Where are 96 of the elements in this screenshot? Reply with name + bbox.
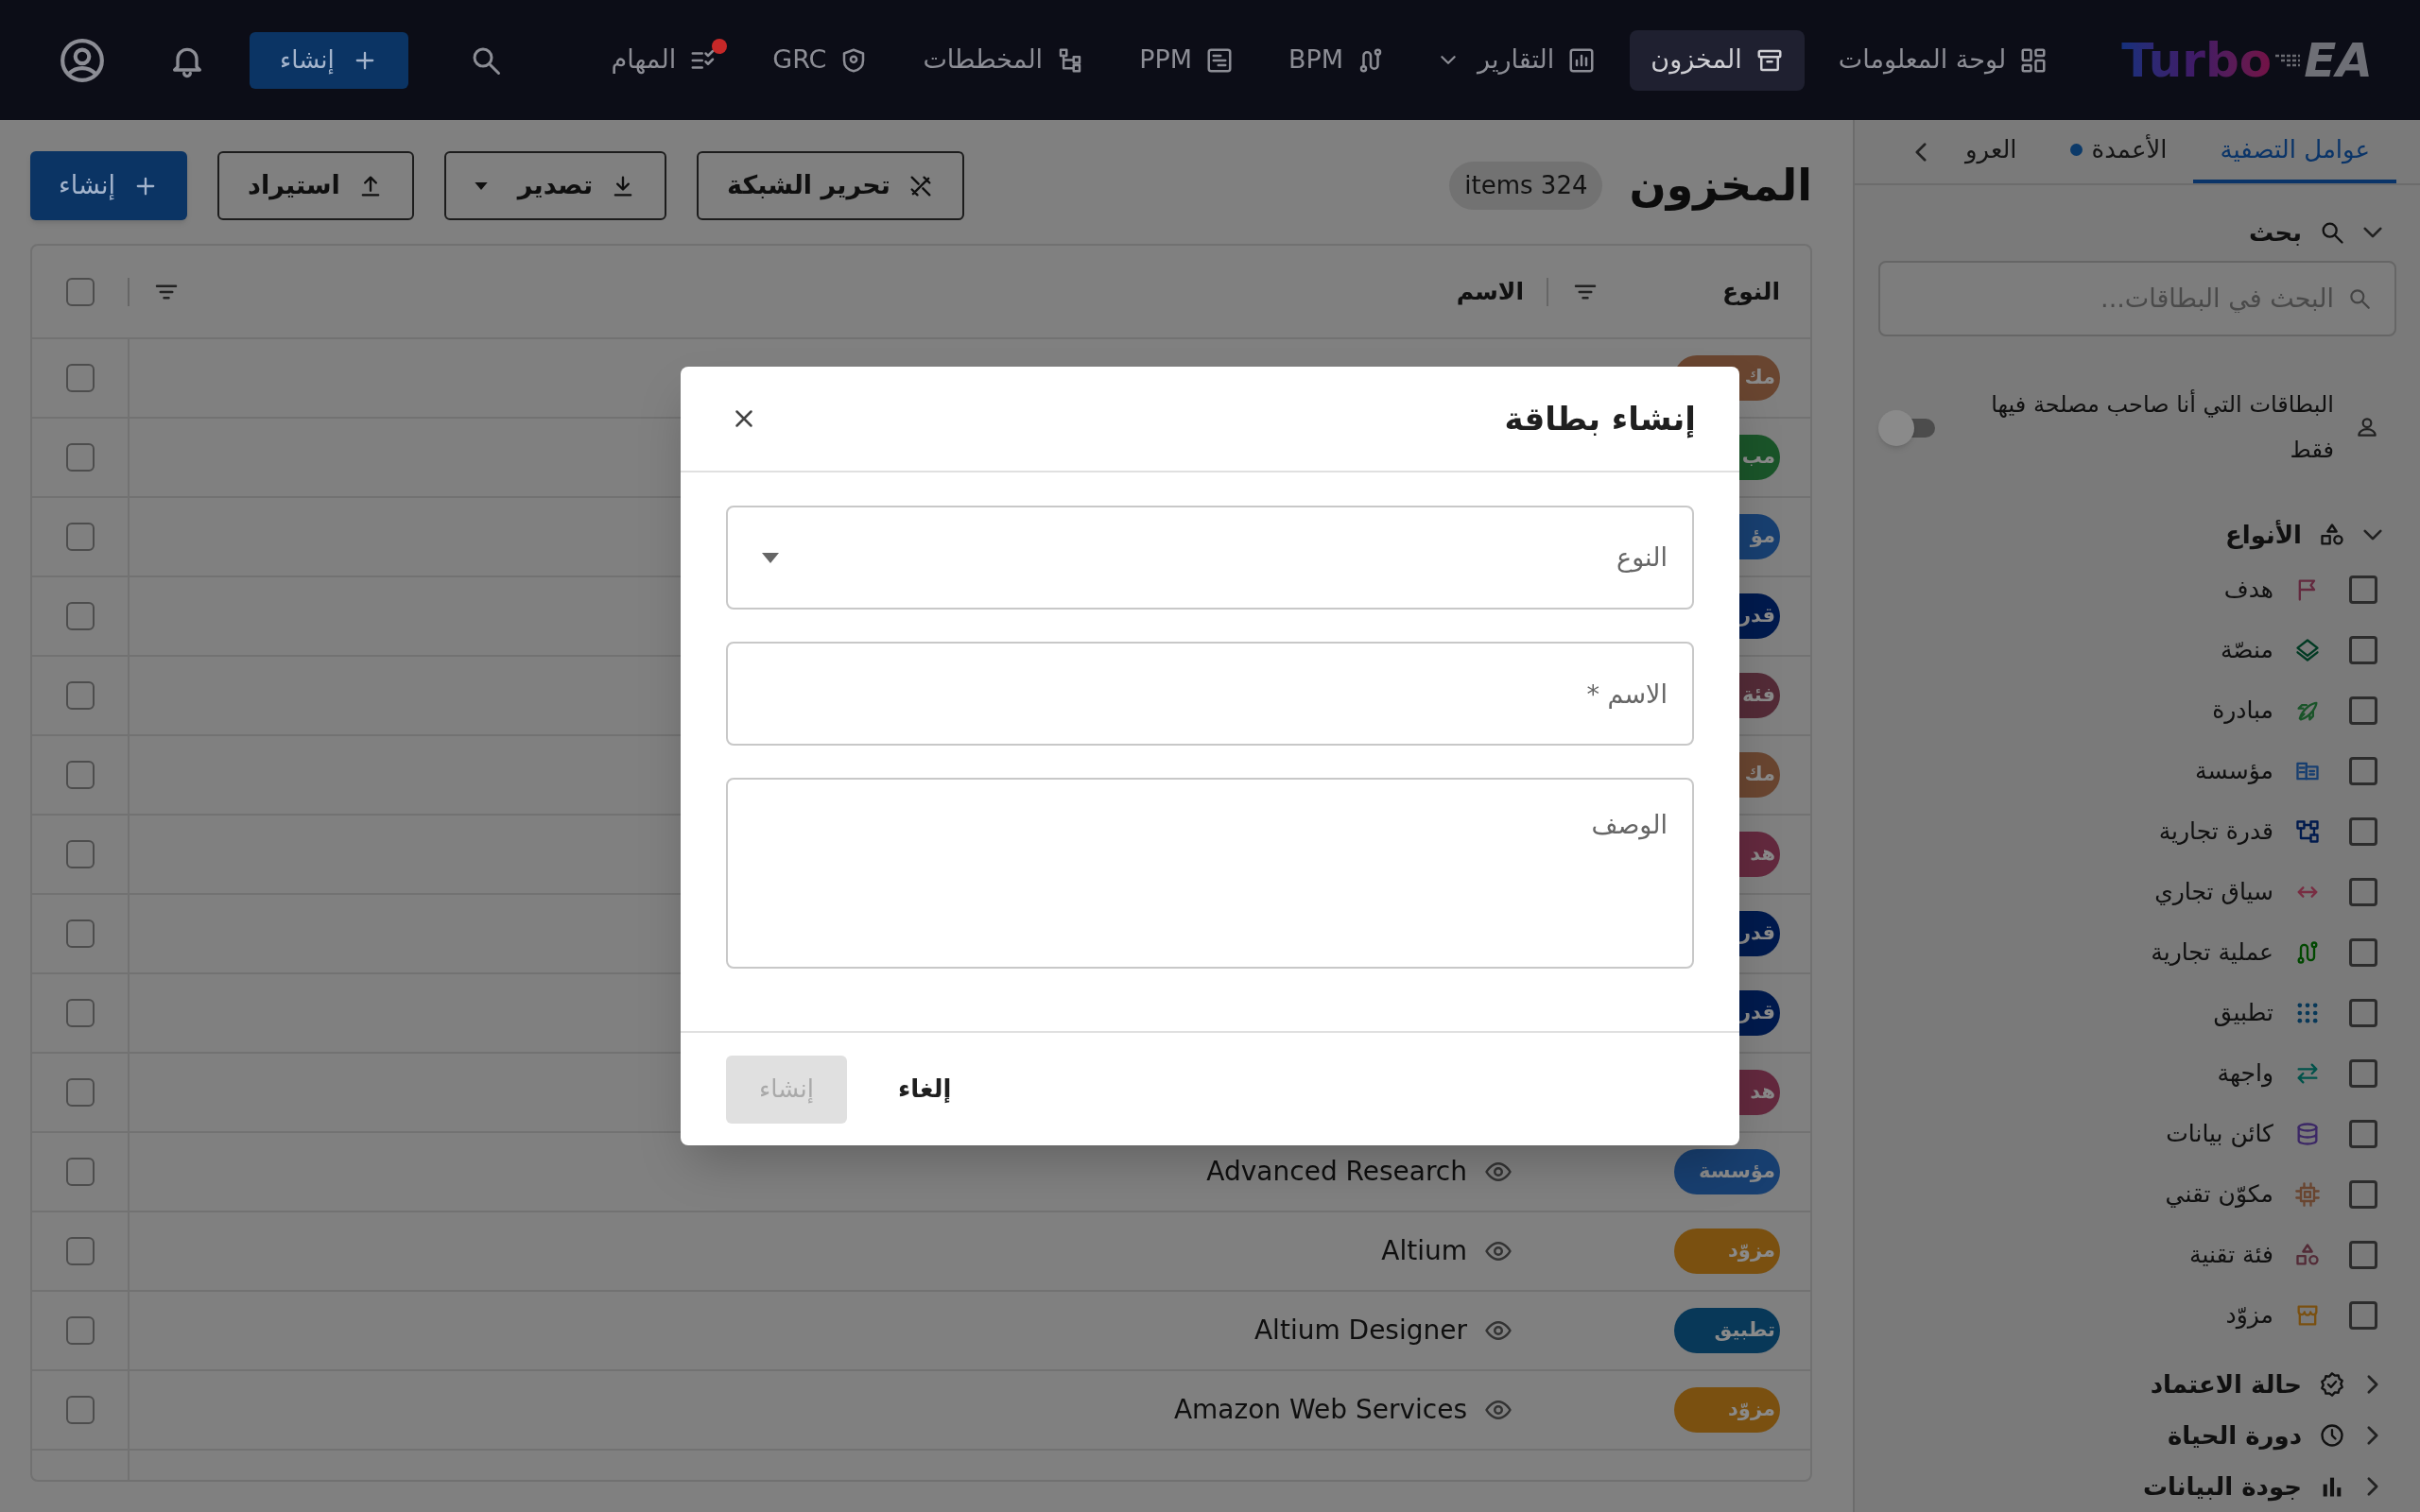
name-field[interactable]: الاسم * [726,642,1694,746]
caret-icon [474,181,488,190]
row-checkbox[interactable] [65,999,95,1027]
chevron-right-icon[interactable] [2366,1374,2379,1395]
nav-item[interactable]: التقارير [1419,29,1617,91]
row-checkbox[interactable] [65,761,95,789]
chevron-left-icon [1914,141,1927,163]
type-label: تطبيق [2213,998,2273,1029]
caret-icon [762,552,779,563]
toolbar-button[interactable]: تصدير [443,151,667,220]
cancel-button[interactable]: إلغاء [875,1055,975,1124]
sidebar-tab[interactable]: الأعمدة [2043,120,2194,183]
type-label: مكوّن تقني [2165,1179,2273,1211]
type-label: عملية تجارية [2151,937,2273,969]
type-checkbox[interactable] [2349,757,2377,785]
type-checkbox[interactable] [2349,938,2377,967]
type-tag: مزوّد [1674,1228,1780,1274]
row-checkbox[interactable] [65,681,95,710]
type-checkbox[interactable] [2349,1241,2377,1269]
nav-item[interactable]: PPM [1118,29,1254,91]
badge-check-icon [2319,1371,2345,1398]
row-checkbox[interactable] [65,1078,95,1107]
toolbar-button[interactable]: استيراد [217,151,414,220]
row-checkbox[interactable] [65,364,95,392]
type-label: هدف [2223,575,2273,606]
row-checkbox[interactable] [65,443,95,472]
type-checkbox[interactable] [2349,576,2377,604]
logo-mark-text: EA [2304,36,2373,84]
chevron-down-icon [1440,55,1458,65]
row-checkbox[interactable] [65,1316,95,1345]
type-label: مؤسسة [2195,756,2273,787]
type-checkbox[interactable] [2349,696,2377,725]
type-label: فئة تقنية [2189,1240,2273,1271]
row-checkbox[interactable] [65,840,95,868]
type-tag: مؤسسة [1674,1149,1780,1194]
chevron-down-icon[interactable] [2362,528,2383,541]
chevron-right-icon[interactable] [2366,1425,2379,1446]
row-checkbox[interactable] [65,1158,95,1186]
account-button[interactable] [59,36,106,84]
type-tag: تطبيق [1674,1308,1780,1353]
section-title: جودة البيانات [2142,1470,2302,1503]
select-all-checkbox[interactable] [65,277,95,306]
row-checkbox[interactable] [65,1396,95,1424]
section-title: حالة الاعتماد [2150,1368,2302,1400]
type-label: مبادرة [2212,696,2273,727]
row-checkbox[interactable] [65,602,95,630]
nav-item[interactable]: GRC [752,29,890,91]
type-checkbox[interactable] [2349,817,2377,846]
chevron-down-icon[interactable] [2362,226,2383,239]
type-tag: مزوّد [1674,1387,1780,1433]
row-checkbox[interactable] [65,523,95,551]
nav-item[interactable]: لوحة المعلومات [1817,29,2069,91]
type-checkbox[interactable] [2349,1120,2377,1148]
person-icon [2355,415,2379,439]
type-checkbox[interactable] [2349,1301,2377,1330]
name-cell[interactable]: Amazon Web Services [1173,1390,1467,1430]
type-checkbox[interactable] [2349,1180,2377,1209]
name-cell[interactable]: Advanced Research [1206,1152,1467,1192]
create-button[interactable]: إنشاء [250,31,408,89]
type-checkbox[interactable] [2349,1059,2377,1088]
type-checkbox[interactable] [2349,878,2377,906]
section-title: بحث [2248,216,2302,249]
chevron-right-icon[interactable] [2366,1476,2379,1497]
type-checkbox[interactable] [2349,999,2377,1027]
type-label: واجهة [2217,1058,2273,1090]
name-cell[interactable]: Altium Designer [1253,1311,1467,1350]
clock-icon [2319,1422,2345,1449]
sidebar-tab[interactable]: عوامل التصفية [2193,120,2396,183]
type-select[interactable]: النوع [726,506,1694,610]
toolbar-button[interactable]: إنشاء [30,151,188,220]
type-label: كائن بيانات [2166,1119,2273,1150]
nav-item[interactable]: المهام [590,29,739,91]
nav-item[interactable]: المخططات [902,29,1106,91]
description-field[interactable]: الوصف [726,778,1694,969]
type-label: قدرة تجارية [2158,816,2273,848]
row-checkbox[interactable] [65,1237,95,1265]
column-header[interactable]: الاسم [1456,273,1524,310]
shapes-icon [2319,522,2345,548]
section-title: الأنواع [2225,519,2302,552]
search-icon [2347,286,2372,311]
row-checkbox[interactable] [65,919,95,948]
name-cell[interactable]: Altium [1381,1231,1467,1271]
sidebar-tab[interactable]: العرو [1939,120,2044,183]
account-icon [59,36,106,84]
type-checkbox[interactable] [2349,636,2377,664]
toolbar-button[interactable]: تحرير الشبكة [697,151,964,220]
type-label: سياق تجاري [2154,877,2273,908]
column-header[interactable]: النوع [1722,273,1780,310]
item-count: items 324 [1449,162,1603,210]
nav-item[interactable]: المخزون [1630,29,1805,91]
type-label: منصّة [2220,635,2273,666]
section-title: دورة الحياة [2168,1419,2302,1452]
page-title: المخزون [1629,159,1812,213]
nav-item[interactable]: BPM [1268,29,1407,91]
type-label: مزوّد [2225,1300,2273,1332]
toggle-label: البطاقات التي أنا صاحب مصلحة فيها فقط [1990,388,2334,465]
